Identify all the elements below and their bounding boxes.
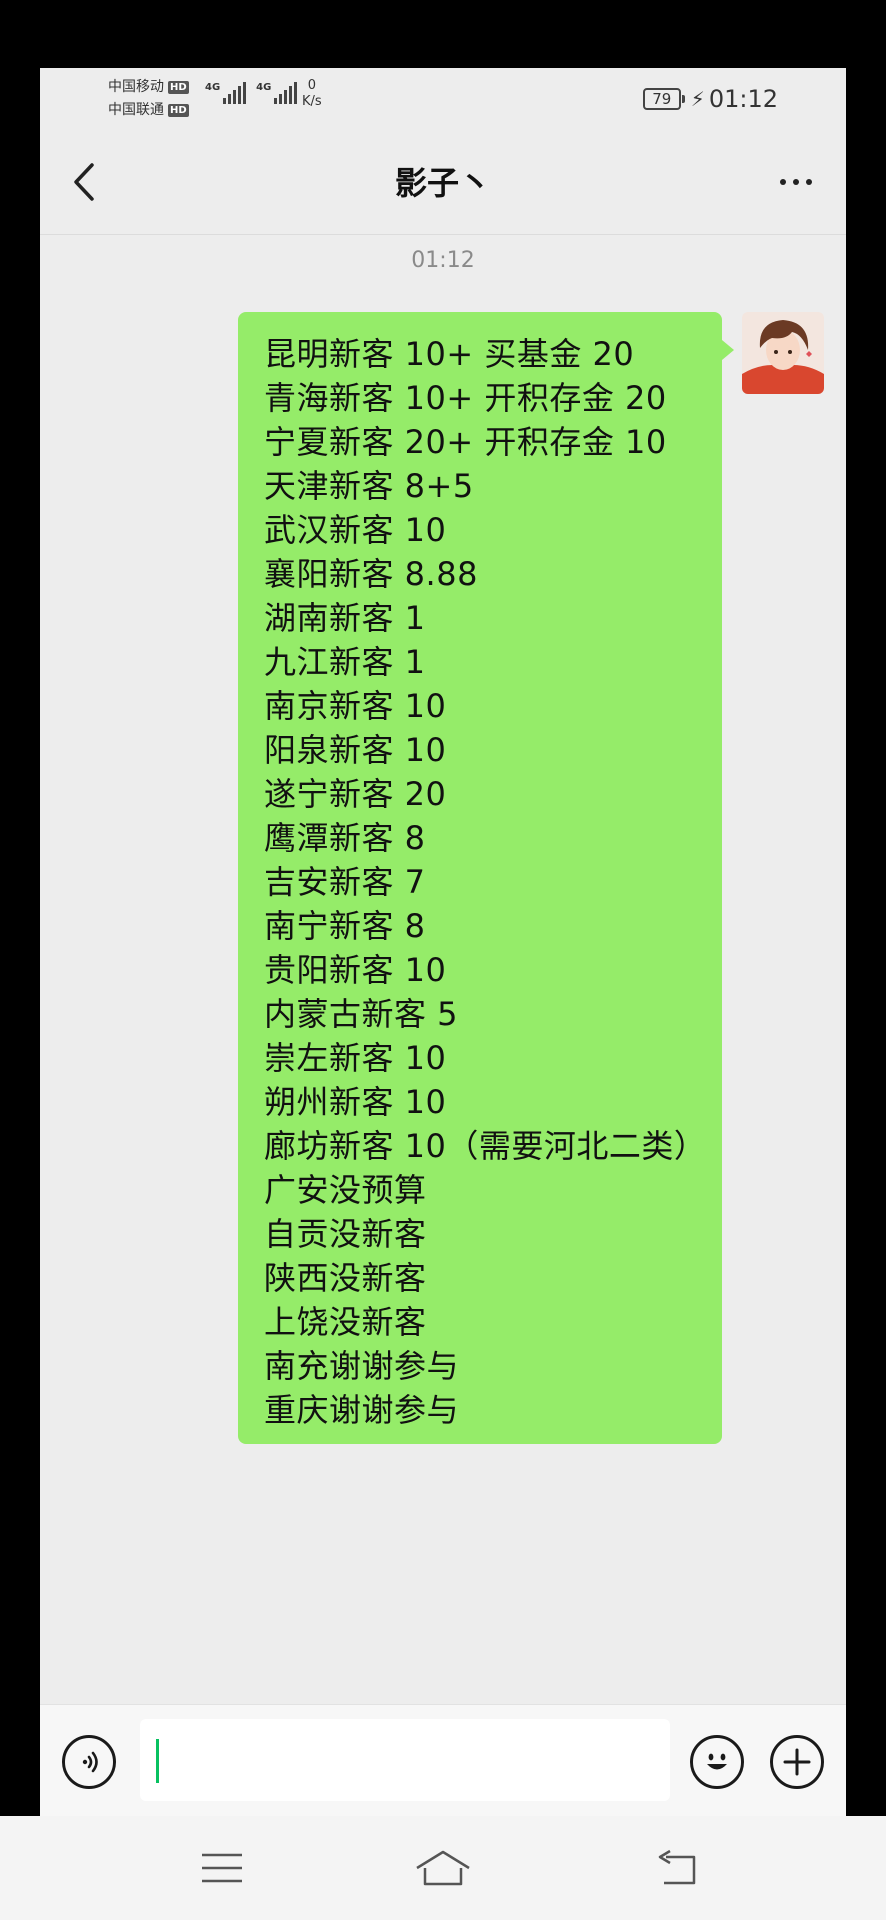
nav-back-button[interactable] — [646, 1842, 706, 1894]
carrier-1: 中国移动 — [108, 79, 164, 95]
message-line: 阳泉新客 10 — [264, 731, 447, 769]
menu-icon — [202, 1853, 242, 1883]
hd-badge-1: HD — [168, 81, 189, 94]
message-line: 九江新客 1 — [264, 643, 426, 681]
text-caret — [156, 1739, 159, 1783]
back-icon — [658, 1849, 696, 1885]
status-time: 01:12 — [708, 85, 778, 113]
message-line: 湖南新客 1 — [264, 599, 426, 637]
avatar-image — [742, 312, 824, 394]
carrier-2: 中国联通 — [108, 102, 164, 118]
message-line: 内蒙古新客 5 — [264, 995, 459, 1033]
voice-button[interactable] — [62, 1735, 116, 1789]
hd-badge-2: HD — [168, 104, 189, 117]
message-line: 上饶没新客 — [264, 1303, 427, 1341]
net-speed: 0 K/s — [302, 78, 322, 110]
avatar[interactable] — [742, 312, 824, 394]
nav-menu-button[interactable] — [192, 1842, 252, 1894]
signal-label-2: 4G — [256, 82, 272, 93]
message-line: 陕西没新客 — [264, 1259, 427, 1297]
message-line: 廊坊新客 10（需要河北二类） — [264, 1127, 707, 1165]
nav-home-button[interactable] — [413, 1842, 473, 1894]
input-bar — [40, 1704, 846, 1816]
voice-icon — [82, 1751, 98, 1773]
message-line: 天津新客 8+5 — [264, 467, 474, 505]
title-bar: 影子丶 — [40, 130, 846, 234]
net-speed-value: 0 — [307, 78, 316, 93]
header-divider — [40, 234, 846, 235]
message-line: 贵阳新客 10 — [264, 951, 447, 989]
battery-status: 79 ⚡ 01:12 — [642, 85, 778, 113]
more-button[interactable] — [766, 154, 826, 210]
message-line: 自贡没新客 — [264, 1215, 427, 1253]
message-line: 青海新客 10+ 开积存金 20 — [264, 379, 667, 417]
more-dots-icon — [780, 179, 812, 185]
message-line: 昆明新客 10+ 买基金 20 — [264, 335, 635, 373]
system-nav-bar — [0, 1816, 886, 1920]
message-timestamp: 01:12 — [411, 248, 475, 273]
chat-screen: 中国移动 HD 中国联通 HD 4G 4G 0 K/s 79 ⚡ 01:12 影… — [40, 68, 846, 1816]
back-button[interactable] — [56, 154, 112, 210]
emoji-button[interactable] — [690, 1735, 744, 1789]
plus-icon — [783, 1748, 811, 1776]
carrier-info: 中国移动 HD 中国联通 HD — [108, 76, 189, 122]
message-line: 遂宁新客 20 — [264, 775, 447, 813]
message-line: 重庆谢谢参与 — [264, 1391, 460, 1429]
message-line: 崇左新客 10 — [264, 1039, 447, 1077]
message-line: 南宁新客 8 — [264, 907, 426, 945]
message-line: 襄阳新客 8.88 — [264, 555, 478, 593]
message-bubble[interactable]: 昆明新客 10+ 买基金 20 青海新客 10+ 开积存金 20 宁夏新客 20+ … — [238, 312, 734, 1444]
signal-icon: 4G — [205, 82, 247, 104]
signal-label-1: 4G — [205, 82, 221, 93]
battery-icon: 79 — [642, 88, 685, 110]
message-line: 宁夏新客 20+ 开积存金 10 — [264, 423, 667, 461]
message-input[interactable] — [140, 1719, 670, 1801]
net-speed-unit: K/s — [302, 94, 322, 109]
home-icon — [416, 1850, 470, 1886]
plus-button[interactable] — [770, 1735, 824, 1789]
signal-icons: 4G 4G — [205, 82, 298, 104]
status-bar: 中国移动 HD 中国联通 HD 4G 4G 0 K/s 79 ⚡ 01:12 — [40, 68, 846, 130]
message-line: 吉安新客 7 — [264, 863, 426, 901]
chevron-left-icon — [74, 163, 94, 201]
message-line: 南充谢谢参与 — [264, 1347, 460, 1385]
message-line: 南京新客 10 — [264, 687, 447, 725]
charging-icon: ⚡ — [690, 87, 705, 111]
chat-title: 影子丶 — [394, 164, 491, 202]
signal-icon: 4G — [256, 82, 298, 104]
message-line: 广安没预算 — [264, 1171, 427, 1209]
message-line: 武汉新客 10 — [264, 511, 447, 549]
emoji-icon — [707, 1753, 727, 1770]
message-line: 鹰潭新客 8 — [264, 819, 426, 857]
message-line: 朔州新客 10 — [264, 1083, 447, 1121]
